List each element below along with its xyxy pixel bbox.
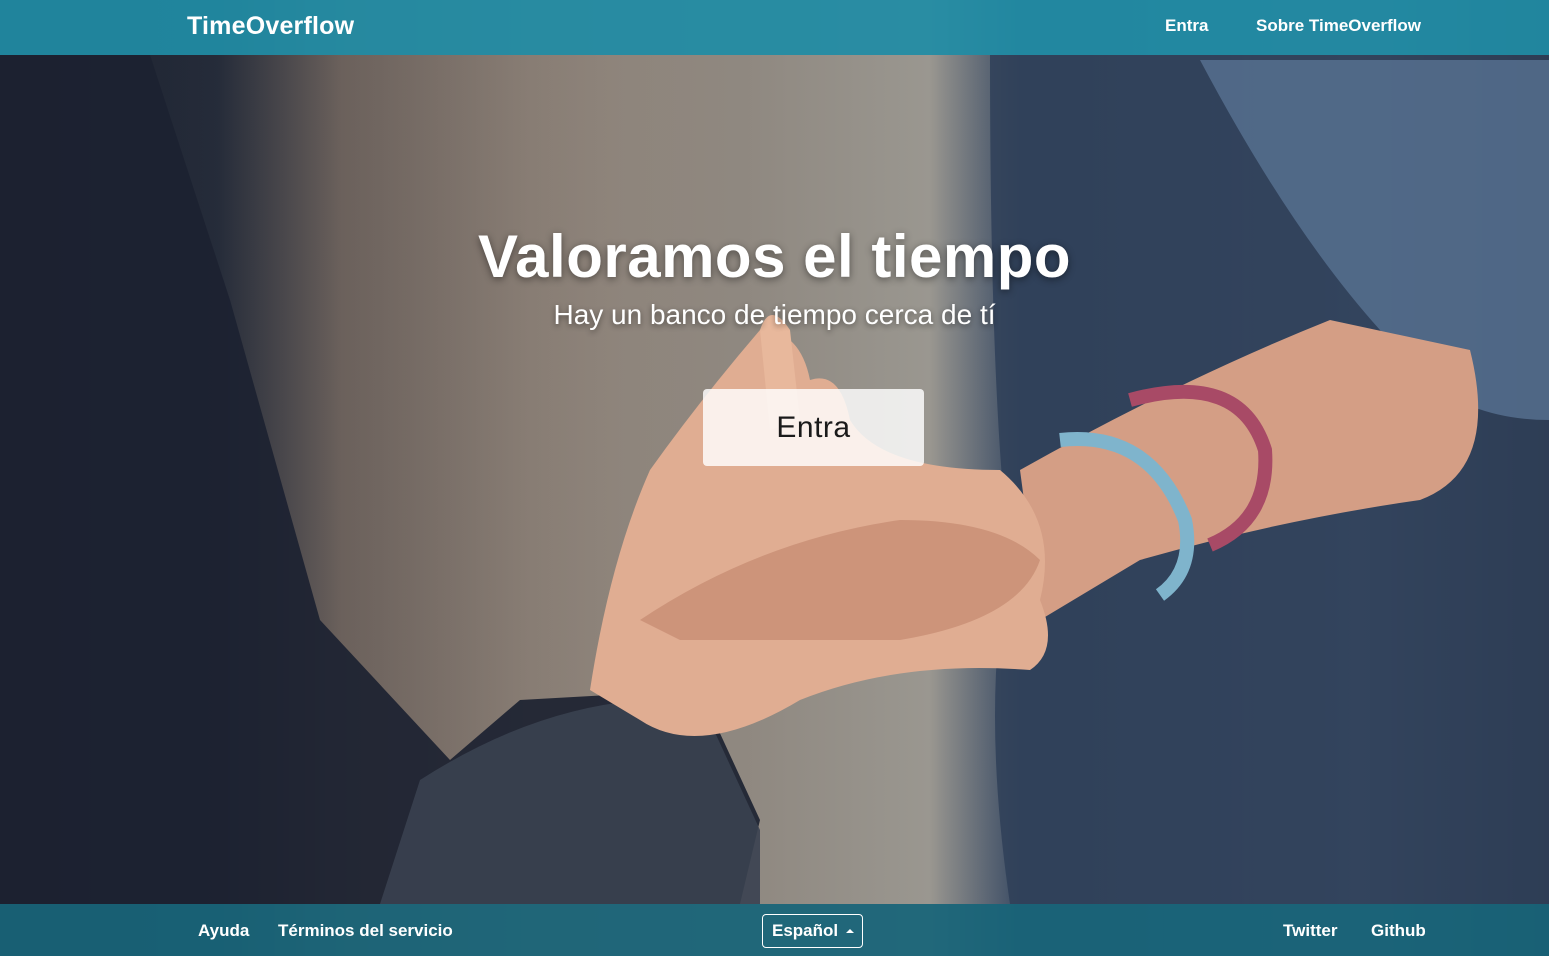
nav-about-link[interactable]: Sobre TimeOverflow (1256, 16, 1421, 36)
brand-logo-link[interactable]: TimeOverflow (187, 12, 354, 41)
footer-github-link[interactable]: Github (1371, 921, 1426, 941)
hero-subtitle: Hay un banco de tiempo cerca de tí (553, 299, 996, 330)
footer-help-link[interactable]: Ayuda (198, 921, 249, 941)
footer-twitter-link[interactable]: Twitter (1283, 921, 1337, 941)
language-select-label: Español (772, 921, 839, 940)
footer-terms-link[interactable]: Términos del servicio (278, 921, 453, 941)
hands-illustration (0, 55, 1549, 904)
hero-title: Valoramos el tiempo (477, 223, 1072, 290)
caret-up-icon (846, 929, 854, 933)
language-select[interactable]: Español (762, 914, 863, 948)
landing-page: TimeOverflow Entra Sobre TimeOverflow Va… (0, 0, 1549, 956)
login-cta-button[interactable]: Entra (703, 389, 924, 466)
hero-background-photo (0, 0, 1549, 956)
footer: Ayuda Términos del servicio Español Twit… (0, 904, 1549, 956)
nav-login-link[interactable]: Entra (1165, 16, 1208, 36)
top-navbar: TimeOverflow Entra Sobre TimeOverflow (0, 0, 1549, 55)
